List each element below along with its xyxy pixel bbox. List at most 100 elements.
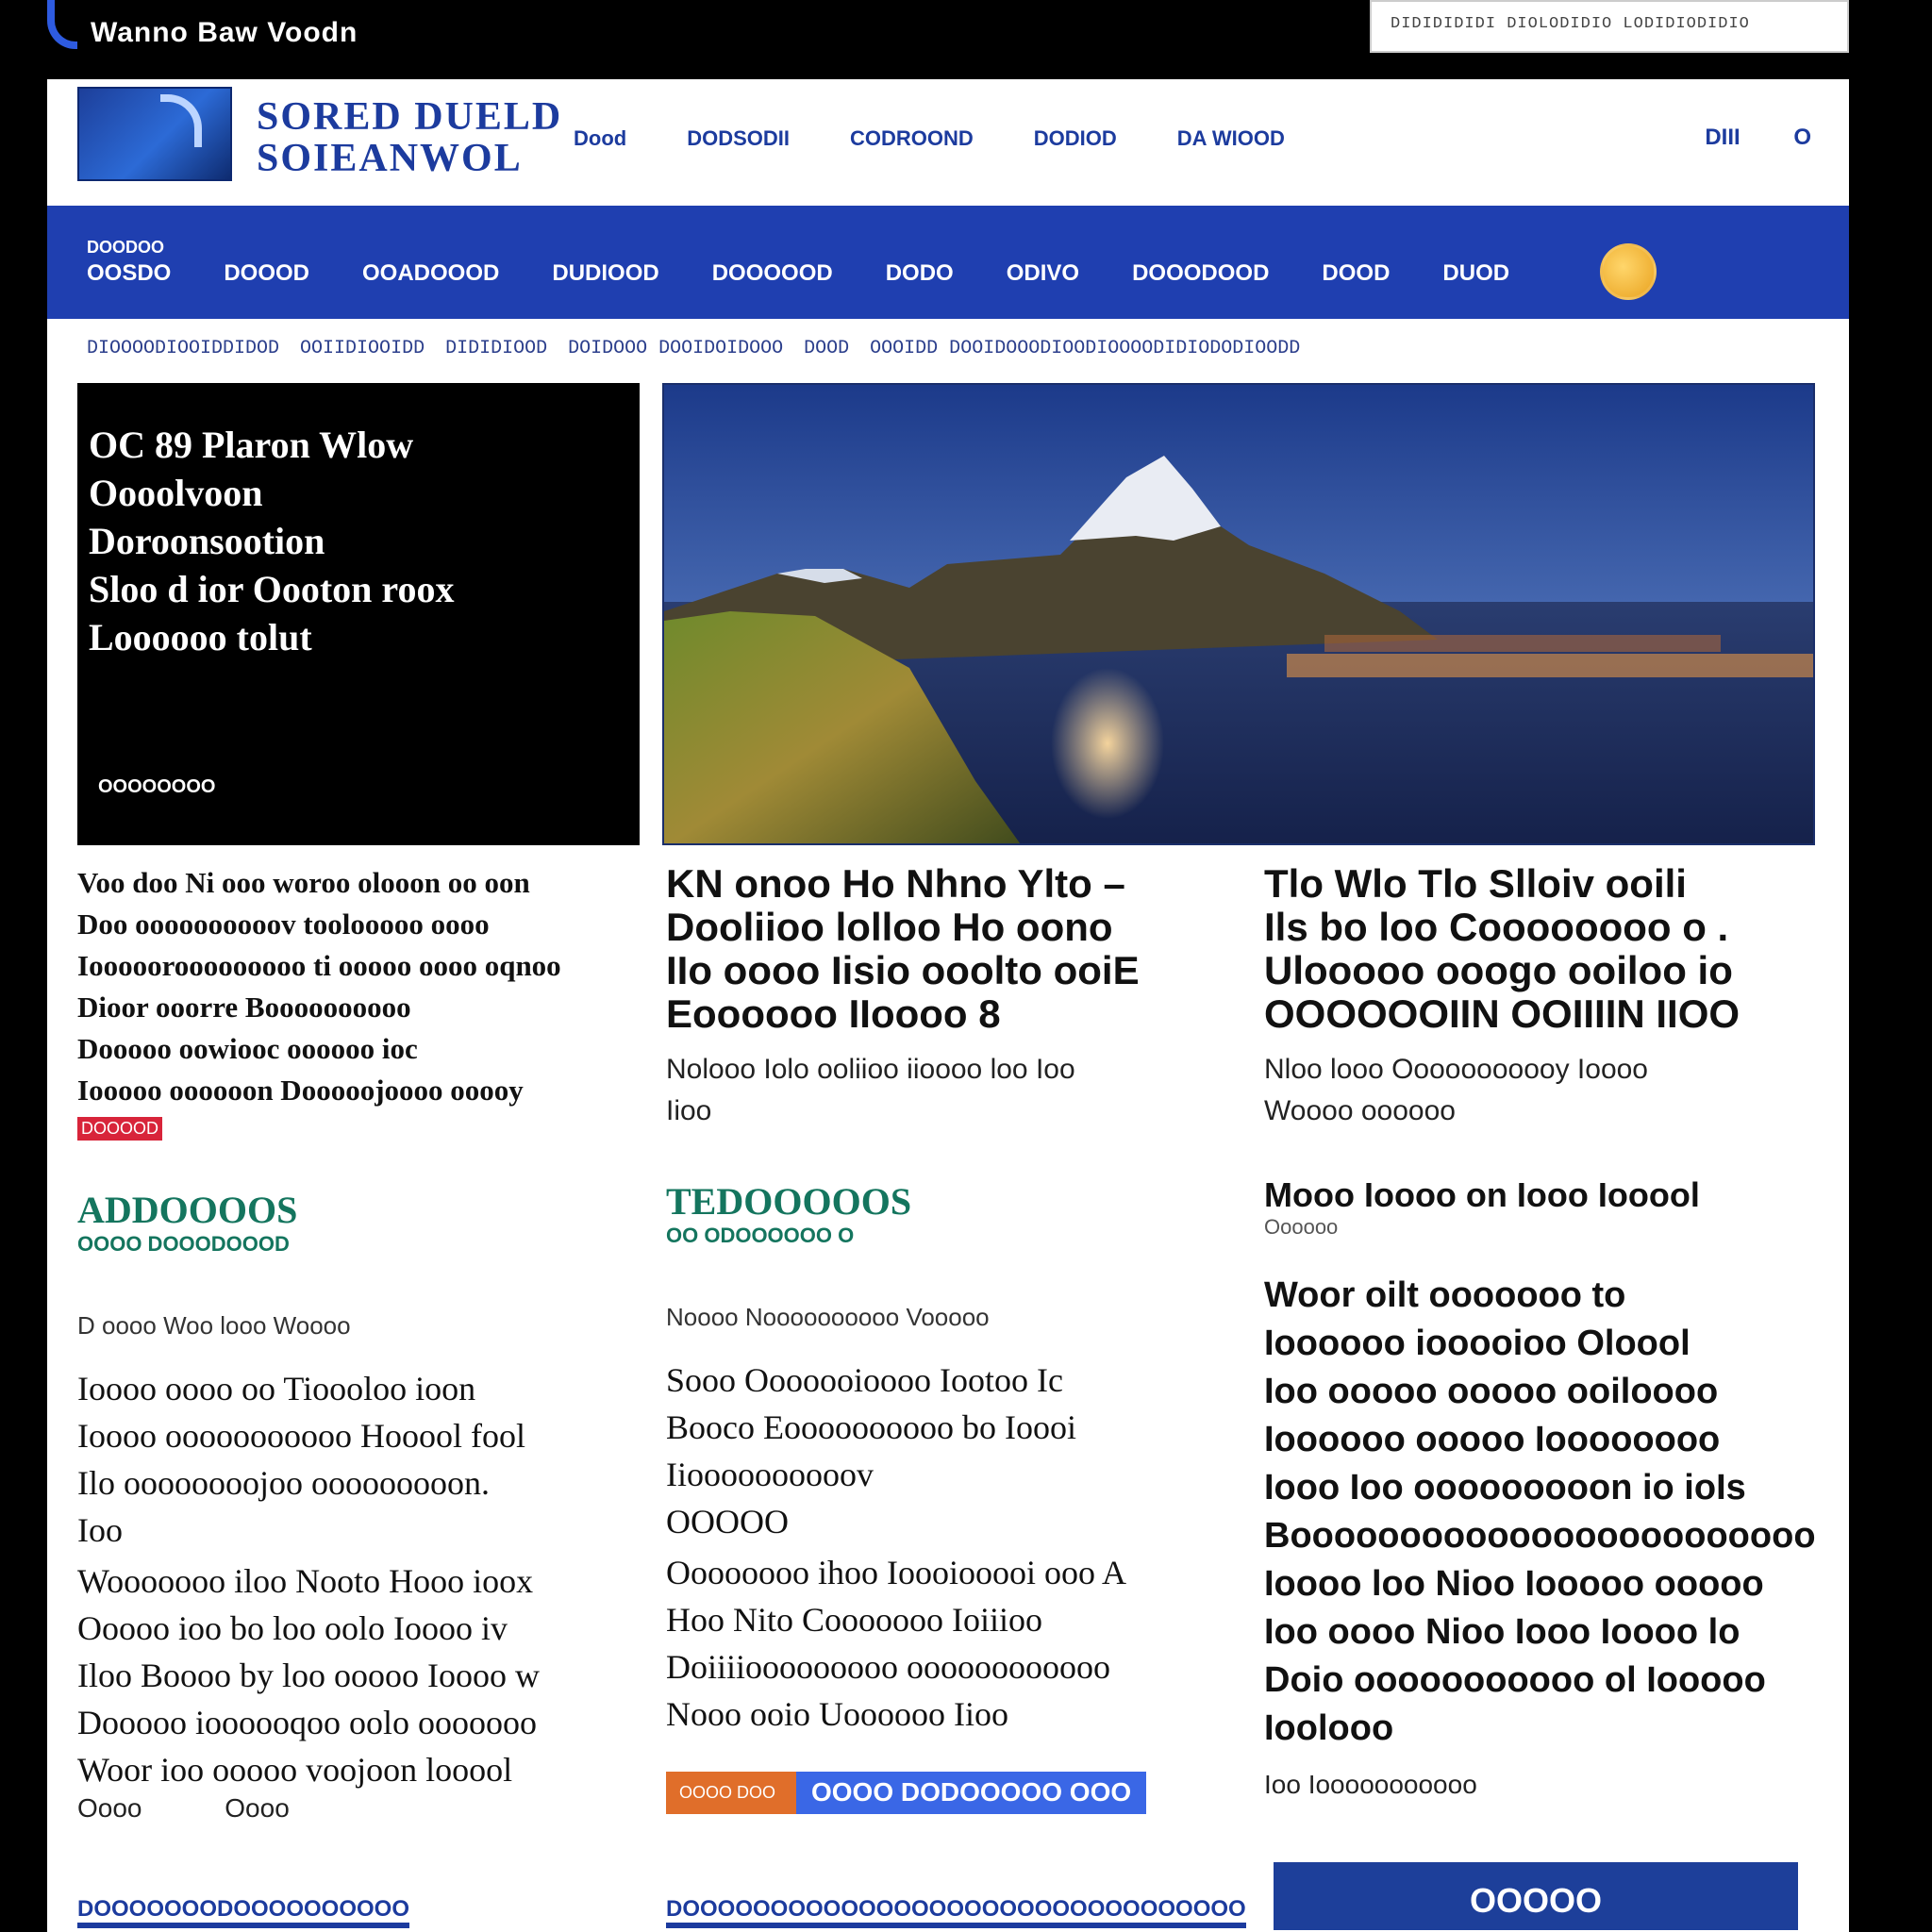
feature-line: OC 89 Plaron Wlow bbox=[89, 424, 414, 466]
header-search-icon[interactable]: O bbox=[1793, 125, 1811, 150]
para-line: Ioooo ooooooooooo Hooool fool bbox=[77, 1417, 525, 1455]
para-line: Woor ioo ooooo voojoon looool bbox=[77, 1751, 513, 1789]
logo-line-1: SORED DUELD bbox=[257, 95, 563, 139]
para-line: Ioooo loo Nioo Iooooo ooooo bbox=[1264, 1564, 1764, 1604]
para-line: Iooo Ioo ooooooooon io ioIs bbox=[1264, 1468, 1746, 1507]
main-nav-item[interactable]: ODIVO bbox=[1007, 260, 1079, 287]
header-tool-link[interactable]: DIII bbox=[1705, 125, 1740, 150]
breadcrumb-item[interactable]: DOOD bbox=[804, 338, 849, 359]
para-line: Dooooo ioooooqoo oolo ooooooo bbox=[77, 1704, 538, 1741]
article-paragraph: Ioooo oooo oo Tioooloo ioon Ioooo oooooo… bbox=[77, 1365, 634, 1554]
para-line: Wooooooo iloo Nooto Hooo ioox bbox=[77, 1562, 534, 1600]
para-line: Boooooooooooooooooooooooo bbox=[1264, 1516, 1816, 1556]
article-byline: Ioo Iooooooooooo bbox=[1264, 1770, 1477, 1799]
summary-line: Iioo bbox=[666, 1095, 712, 1126]
top-nav-item[interactable]: DODSODII bbox=[687, 126, 790, 151]
headline-line: Dooliioo lolloo Ho oono bbox=[666, 905, 1113, 949]
top-tagline: Wanno Baw Voodn bbox=[91, 17, 358, 48]
top-nav-item[interactable]: DA WIOOD bbox=[1177, 126, 1285, 151]
article-lead[interactable]: Voo doo Ni ooo woroo olooon oo oon Doo o… bbox=[77, 862, 634, 1111]
para-line: Ioooo oooo oo Tioooloo ioon bbox=[77, 1370, 476, 1407]
para-line: Ioolooo bbox=[1264, 1708, 1394, 1748]
main-nav-item[interactable]: DOOOD bbox=[224, 260, 309, 287]
headline-line: Ils bo loo Coooooooo o . bbox=[1264, 905, 1729, 949]
para-line: Doiiiiooooooooo oooooooooooo bbox=[666, 1648, 1111, 1686]
top-nav-item[interactable]: DODIOD bbox=[1034, 126, 1117, 151]
category-tag[interactable]: DOOOOD bbox=[77, 1117, 163, 1141]
lead-line: Doo oooooooooov toolooooo oooo bbox=[77, 908, 490, 941]
lead-line: Voo doo Ni ooo woroo olooon oo oon bbox=[77, 866, 530, 899]
site-logo-image[interactable] bbox=[77, 87, 232, 181]
para-line: Ioooooo ooooo Ioooooooo bbox=[1264, 1420, 1721, 1459]
lead-line: Dioor ooorre Boooooooooo bbox=[77, 991, 411, 1024]
feature-line: Doroonsootion bbox=[89, 520, 325, 562]
headline-line: Eoooooo IIoooo 8 bbox=[666, 991, 1001, 1036]
article-column-right: Tlo Wlo Tlo Slloiv ooili Ils bo loo Cooo… bbox=[1264, 862, 1821, 1800]
article-headline[interactable]: KN onoo Ho Nhno Ylto – Dooliioo lolloo H… bbox=[666, 862, 1232, 1036]
top-search-box[interactable]: DIDIDIDIDI DIOLODIDIO LODIDIODIDIO bbox=[1370, 0, 1849, 53]
feature-line: Sloo d ior Oooton roox bbox=[89, 568, 455, 610]
lead-line: Iooooorooooooooo ti ooooo oooo oqnoo bbox=[77, 949, 561, 982]
site-logo-text[interactable]: SORED DUELD SOIEANWOL bbox=[257, 96, 562, 179]
top-nav-item[interactable]: Dood bbox=[574, 126, 626, 151]
tag-row: OOOO DOO OOOO DODOOOOO OOO bbox=[666, 1772, 1232, 1814]
breadcrumb-item[interactable]: OOOIDD DOOIDOOODIOODIOOOODIDIODODIOODD bbox=[870, 338, 1300, 359]
column-footer-link[interactable]: DOOOOOOOOOOOOOOOOOOOOOOOOOOOOOOOO bbox=[666, 1896, 1246, 1928]
brand-swoosh-icon bbox=[47, 0, 77, 49]
blue-tag[interactable]: OOOO DODOOOOO OOO bbox=[796, 1772, 1147, 1814]
para-line: Iloo Boooo by loo ooooo Ioooo w bbox=[77, 1657, 540, 1694]
section-subheading: OO ODOOOOOO O bbox=[666, 1224, 855, 1247]
feature-byline: OOOOOOOO bbox=[98, 776, 216, 797]
breadcrumb-item[interactable]: DIDIDIOOD bbox=[445, 338, 547, 359]
profile-coin-icon[interactable] bbox=[1600, 243, 1657, 300]
breadcrumb-item[interactable]: OOIIDIOOIDD bbox=[300, 338, 425, 359]
main-nav-item[interactable]: DOOD bbox=[1322, 260, 1390, 287]
mountain-lake-illustration bbox=[664, 385, 1813, 843]
top-nav-item[interactable]: CODROOND bbox=[850, 126, 974, 151]
top-bar: Wanno Baw Voodn DIDIDIDIDI DIOLODIDIO LO… bbox=[0, 0, 1932, 75]
headline-line: IIo oooo Iisio ooolto ooiE bbox=[666, 948, 1140, 992]
article-meta: D oooo Woo looo Woooo bbox=[77, 1311, 351, 1340]
lead-line: Iooooo oooooon Dooooojoooo ooooy bbox=[77, 1074, 524, 1107]
summary-line: Nolooo Iolo ooliioo iioooo loo Ioo bbox=[666, 1054, 1075, 1085]
main-nav-bar: DOODOO OOSDO DOOOD OOADOOOD DUDIOOD DOOO… bbox=[47, 206, 1849, 319]
orange-tag[interactable]: OOOO DOO bbox=[666, 1772, 796, 1814]
top-nav: Dood DODSODII CODROOND DODIOD DA WIOOD bbox=[574, 126, 1345, 151]
logo-line-2: SOIEANWOL bbox=[257, 137, 523, 180]
main-nav-item[interactable]: DUOD bbox=[1442, 260, 1509, 287]
para-line: Iioooooooooov bbox=[666, 1456, 874, 1493]
breadcrumb-item[interactable]: DOIDOOO DOOIDOIDOOO bbox=[568, 338, 783, 359]
feature-panel[interactable]: OC 89 Plaron Wlow Oooolvoon Doroonsootio… bbox=[77, 383, 640, 845]
para-line: Ioo oooo Nioo Iooo Ioooo lo bbox=[1264, 1612, 1740, 1652]
feature-line: Oooolvoon bbox=[89, 472, 263, 514]
newsletter-box[interactable]: OOOOO bbox=[1274, 1862, 1798, 1930]
section-heading[interactable]: TEDOOOOOS bbox=[666, 1179, 1232, 1224]
summary-line: Nloo looo Ooooooooooy Ioooo bbox=[1264, 1054, 1648, 1085]
article-summary: Nolooo Iolo ooliioo iioooo loo Ioo Iioo bbox=[666, 1049, 1232, 1132]
main-nav-item[interactable]: DOOOOOD bbox=[712, 260, 833, 287]
column-footer-link[interactable]: DOOOOOOODOOOOOOOOOO bbox=[77, 1896, 410, 1928]
headline-line: Ulooooo ooogo ooiloo io bbox=[1264, 948, 1733, 992]
para-line: OOOOO bbox=[666, 1503, 789, 1541]
article-headline[interactable]: Tlo Wlo Tlo Slloiv ooili Ils bo loo Cooo… bbox=[1264, 862, 1821, 1036]
para-line: Sooo Ooooooioooo Iootoo Ic bbox=[666, 1361, 1063, 1399]
breadcrumb-item[interactable]: DIOOOODIOOIDDIDOD bbox=[87, 338, 279, 359]
headline-line: Tlo Wlo Tlo Slloiv ooili bbox=[1264, 861, 1687, 906]
para-line: Booco Eoooooooooo bo Ioooi bbox=[666, 1408, 1076, 1446]
main-nav-item[interactable]: OOSDO bbox=[87, 260, 171, 287]
main-nav-item[interactable]: DOOODOOD bbox=[1132, 260, 1269, 287]
main-nav-item[interactable]: DUDIOOD bbox=[552, 260, 658, 287]
hero-mountain-image[interactable] bbox=[662, 383, 1815, 845]
headline-line: KN onoo Ho Nhno Ylto – bbox=[666, 861, 1125, 906]
footer-meta-item: Oooo bbox=[77, 1793, 142, 1823]
para-line: Ooooo ioo bo loo oolo Ioooo iv bbox=[77, 1609, 508, 1647]
para-line: Hoo Nito Cooooooo Ioiiioo bbox=[666, 1601, 1043, 1639]
main-nav-item[interactable]: DODO bbox=[886, 260, 954, 287]
section-heading[interactable]: ADDOOOOS bbox=[77, 1188, 634, 1232]
main-nav-item[interactable]: OOADOOOD bbox=[362, 260, 499, 287]
article-paragraph: Oooooooo ihoo Ioooiooooi ooo A Hoo Nito … bbox=[666, 1549, 1232, 1738]
feature-line: Loooooo tolut bbox=[89, 616, 312, 658]
header-right-tools: DIII O bbox=[1657, 125, 1811, 151]
headline-line: OOOOOOIIN OOIIIIN IIOO bbox=[1264, 991, 1740, 1036]
secondary-headline[interactable]: Mooo Ioooo on Iooo Iooool bbox=[1264, 1175, 1821, 1215]
